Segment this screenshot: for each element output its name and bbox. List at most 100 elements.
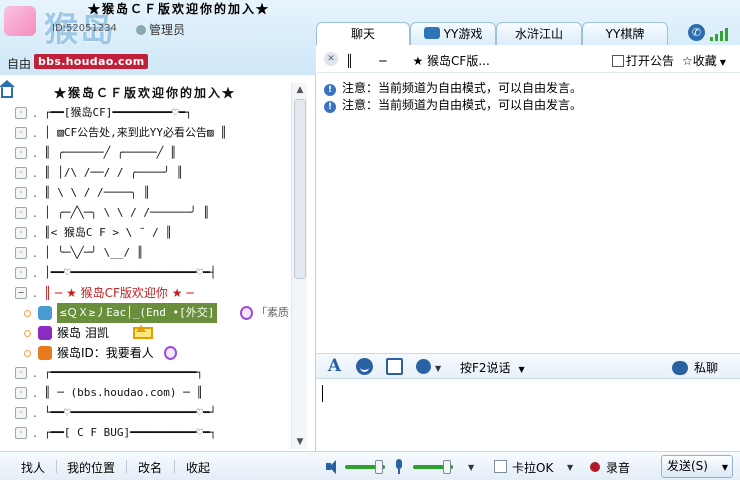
- topic-part: ─: [379, 54, 387, 68]
- gift-icon[interactable]: [416, 359, 431, 374]
- info-icon: !: [324, 84, 336, 96]
- user-name: 猴岛 泪凯: [57, 326, 109, 340]
- user-extra: 「素质: [256, 306, 289, 319]
- channel-row-current[interactable]: −. ║ ─ ★ 猴岛CF版欢迎你 ★ ─: [0, 283, 292, 303]
- system-icons: ✆: [688, 24, 736, 42]
- send-button[interactable]: 发送(S) ▼: [661, 455, 733, 478]
- tab-yy-chess[interactable]: YY棋牌: [582, 22, 668, 45]
- record-button[interactable]: 录音: [606, 459, 630, 476]
- message-text: 注意：当前频道为自由模式，可以自由发言。: [342, 98, 583, 112]
- heart-logo-icon: [4, 6, 36, 36]
- channel-root[interactable]: ★猴岛ＣＦ版欢迎你的加入★: [0, 83, 292, 103]
- karaoke-checkbox[interactable]: [494, 460, 507, 473]
- channel-row[interactable]: ·. ║ ─ (bbs.houdao.com) ─ ║: [0, 383, 292, 403]
- crown-icon: [133, 325, 153, 339]
- gamepad-icon: [423, 27, 440, 39]
- channel-row[interactable]: ·. ║ ╭──────╱ ╭─────╱ ║: [0, 143, 292, 163]
- info-icon: !: [324, 101, 336, 113]
- channel-row[interactable]: ·. │ ▧CF公告处,来到此YY必看公告▨ ║: [0, 123, 292, 143]
- rename-button[interactable]: 改名: [138, 459, 162, 476]
- expand-icon[interactable]: ·: [15, 107, 27, 119]
- scroll-down-icon[interactable]: ▼: [295, 437, 305, 447]
- chevron-down-icon[interactable]: ▼: [567, 463, 573, 472]
- user-item[interactable]: ≤ＱＸ≥丿Eac│_(End •[外交] 「素质: [0, 303, 292, 323]
- expand-icon[interactable]: ·: [15, 167, 27, 179]
- channel-row[interactable]: ·. │ ╰─╲╱─╯ \__/ ║: [0, 243, 292, 263]
- collapse-icon[interactable]: −: [15, 287, 27, 299]
- expand-icon[interactable]: ·: [15, 367, 27, 379]
- find-people-button[interactable]: 找人: [21, 459, 45, 476]
- channel-row[interactable]: ·. ┌━━━━━━━━━━━━━━━━━━━━━━┐: [0, 363, 292, 383]
- private-chat-button[interactable]: 私聊: [672, 359, 718, 376]
- favorite-label: 收藏: [692, 54, 717, 68]
- push-to-talk-button[interactable]: 按F2说话 ▼: [460, 359, 525, 376]
- mode-label: 自由: [7, 57, 32, 71]
- channel-label: ┌━━━━━━━━━━━━━━━━━━━━━━┐: [44, 366, 203, 379]
- collapse-button[interactable]: 收起: [186, 459, 210, 476]
- message-input[interactable]: [316, 379, 740, 451]
- chevron-down-icon: ▼: [518, 365, 525, 374]
- favorite-button[interactable]: ☆收藏 ▼: [682, 52, 726, 69]
- expand-icon[interactable]: ·: [15, 127, 27, 139]
- channel-row[interactable]: ·. │ ╭─╱╲─╮ \ \ / /──────╯ ║: [0, 203, 292, 223]
- topic-part: ║: [346, 54, 354, 68]
- expand-icon[interactable]: ·: [15, 147, 27, 159]
- channel-row[interactable]: ·. ║< 猴岛C F > \ ˘ / ║: [0, 223, 292, 243]
- emoji-icon[interactable]: [356, 358, 373, 375]
- channel-id: ID:52051234: [52, 23, 117, 34]
- expand-icon[interactable]: ·: [15, 387, 27, 399]
- speaker-icon[interactable]: [326, 460, 340, 474]
- chevron-down-icon[interactable]: ▼: [468, 463, 474, 472]
- expand-icon[interactable]: ·: [15, 187, 27, 199]
- channel-row[interactable]: ·. └━━♡━━━━━━━━━━━━━━━━━━━♡━┘: [0, 403, 292, 423]
- tab-chat[interactable]: 聊天: [316, 22, 410, 46]
- mic-volume-knob[interactable]: [443, 460, 451, 474]
- channel-root-label: ★猴岛ＣＦ版欢迎你的加入★: [54, 86, 237, 100]
- scroll-thumb[interactable]: [294, 99, 306, 279]
- microphone-icon[interactable]: [394, 459, 404, 474]
- expand-icon[interactable]: ·: [15, 427, 27, 439]
- admin-icon: [136, 25, 146, 35]
- expand-icon[interactable]: ·: [15, 207, 27, 219]
- karaoke-label: 卡拉OK: [512, 461, 554, 475]
- chevron-down-icon[interactable]: ▼: [722, 457, 728, 478]
- private-chat-icon: [672, 361, 688, 375]
- topic-bar: ✕ ║ ─ ★ 猴岛CF版... 打开公告 ☆收藏 ▼: [316, 45, 740, 73]
- expand-icon[interactable]: ·: [15, 267, 27, 279]
- screenshot-icon[interactable]: [386, 358, 403, 375]
- tab-shuihu[interactable]: 水浒江山: [496, 22, 582, 45]
- channel-row[interactable]: ·. │━━♡━━━━━━━━━━━━━━━━━━━♡━┤: [0, 263, 292, 283]
- channel-label: │ ╭─╱╲─╮ \ \ / /──────╯ ║: [44, 206, 210, 219]
- site-badge: bbs.houdao.com: [34, 54, 149, 69]
- chevron-down-icon[interactable]: ▼: [435, 364, 441, 373]
- expand-icon[interactable]: ·: [15, 227, 27, 239]
- scroll-up-icon[interactable]: ▲: [295, 85, 305, 95]
- channel-tree-panel: ★猴岛ＣＦ版欢迎你的加入★ ·. ┌━━[猴岛CF]━━━━━━━━━♡━┐ ·.…: [0, 75, 316, 451]
- open-notice-button[interactable]: 打开公告: [612, 52, 674, 69]
- channel-row[interactable]: ·. ║ │/\ /──/ / ╭────╯ ║: [0, 163, 292, 183]
- system-message: ! 注意：当前频道为自由模式，可以自由发言。: [324, 80, 734, 97]
- chat-panel: ✕ ║ ─ ★ 猴岛CF版... 打开公告 ☆收藏 ▼ ! 注意：当前频道为自由模式，可…: [316, 45, 740, 451]
- channel-scrollbar[interactable]: ▲ ▼: [291, 83, 307, 449]
- channel-label: ║ \ \ / /────╮ ║: [44, 186, 150, 199]
- admin-label: 管理员: [149, 23, 186, 37]
- phone-icon[interactable]: ✆: [688, 24, 705, 41]
- tab-yy-game[interactable]: YY游戏: [410, 22, 496, 45]
- status-dot-icon: [24, 310, 31, 317]
- channel-row[interactable]: ·. ┌━━[猴岛CF]━━━━━━━━━♡━┐: [0, 103, 292, 123]
- close-topic-icon[interactable]: ✕: [324, 52, 338, 66]
- my-location-button[interactable]: 我的位置: [67, 459, 115, 476]
- channel-label: ║ ╭──────╱ ╭─────╱ ║: [44, 146, 177, 159]
- expand-icon[interactable]: ·: [15, 407, 27, 419]
- bottom-bar: 找人 我的位置 改名 收起 ▼ 卡拉OK ▼ 录音 发送(S) ▼: [0, 451, 740, 480]
- channel-label: ║ ─ ★ 猴岛CF版欢迎你 ★ ─: [44, 286, 194, 300]
- tab-label: 水浒江山: [514, 27, 563, 41]
- user-item[interactable]: 猴岛ID：我要看人: [0, 343, 292, 363]
- speaker-volume-knob[interactable]: [375, 460, 383, 474]
- expand-icon[interactable]: ·: [15, 247, 27, 259]
- channel-row[interactable]: ·. ┌━━[ C F BUG]━━━━━━━━━━♡━┐: [0, 423, 292, 443]
- record-icon[interactable]: [590, 462, 600, 472]
- channel-row[interactable]: ·. ║ \ \ / /────╮ ║: [0, 183, 292, 203]
- user-item[interactable]: 猴岛 泪凯: [0, 323, 292, 343]
- font-icon[interactable]: A: [326, 358, 343, 375]
